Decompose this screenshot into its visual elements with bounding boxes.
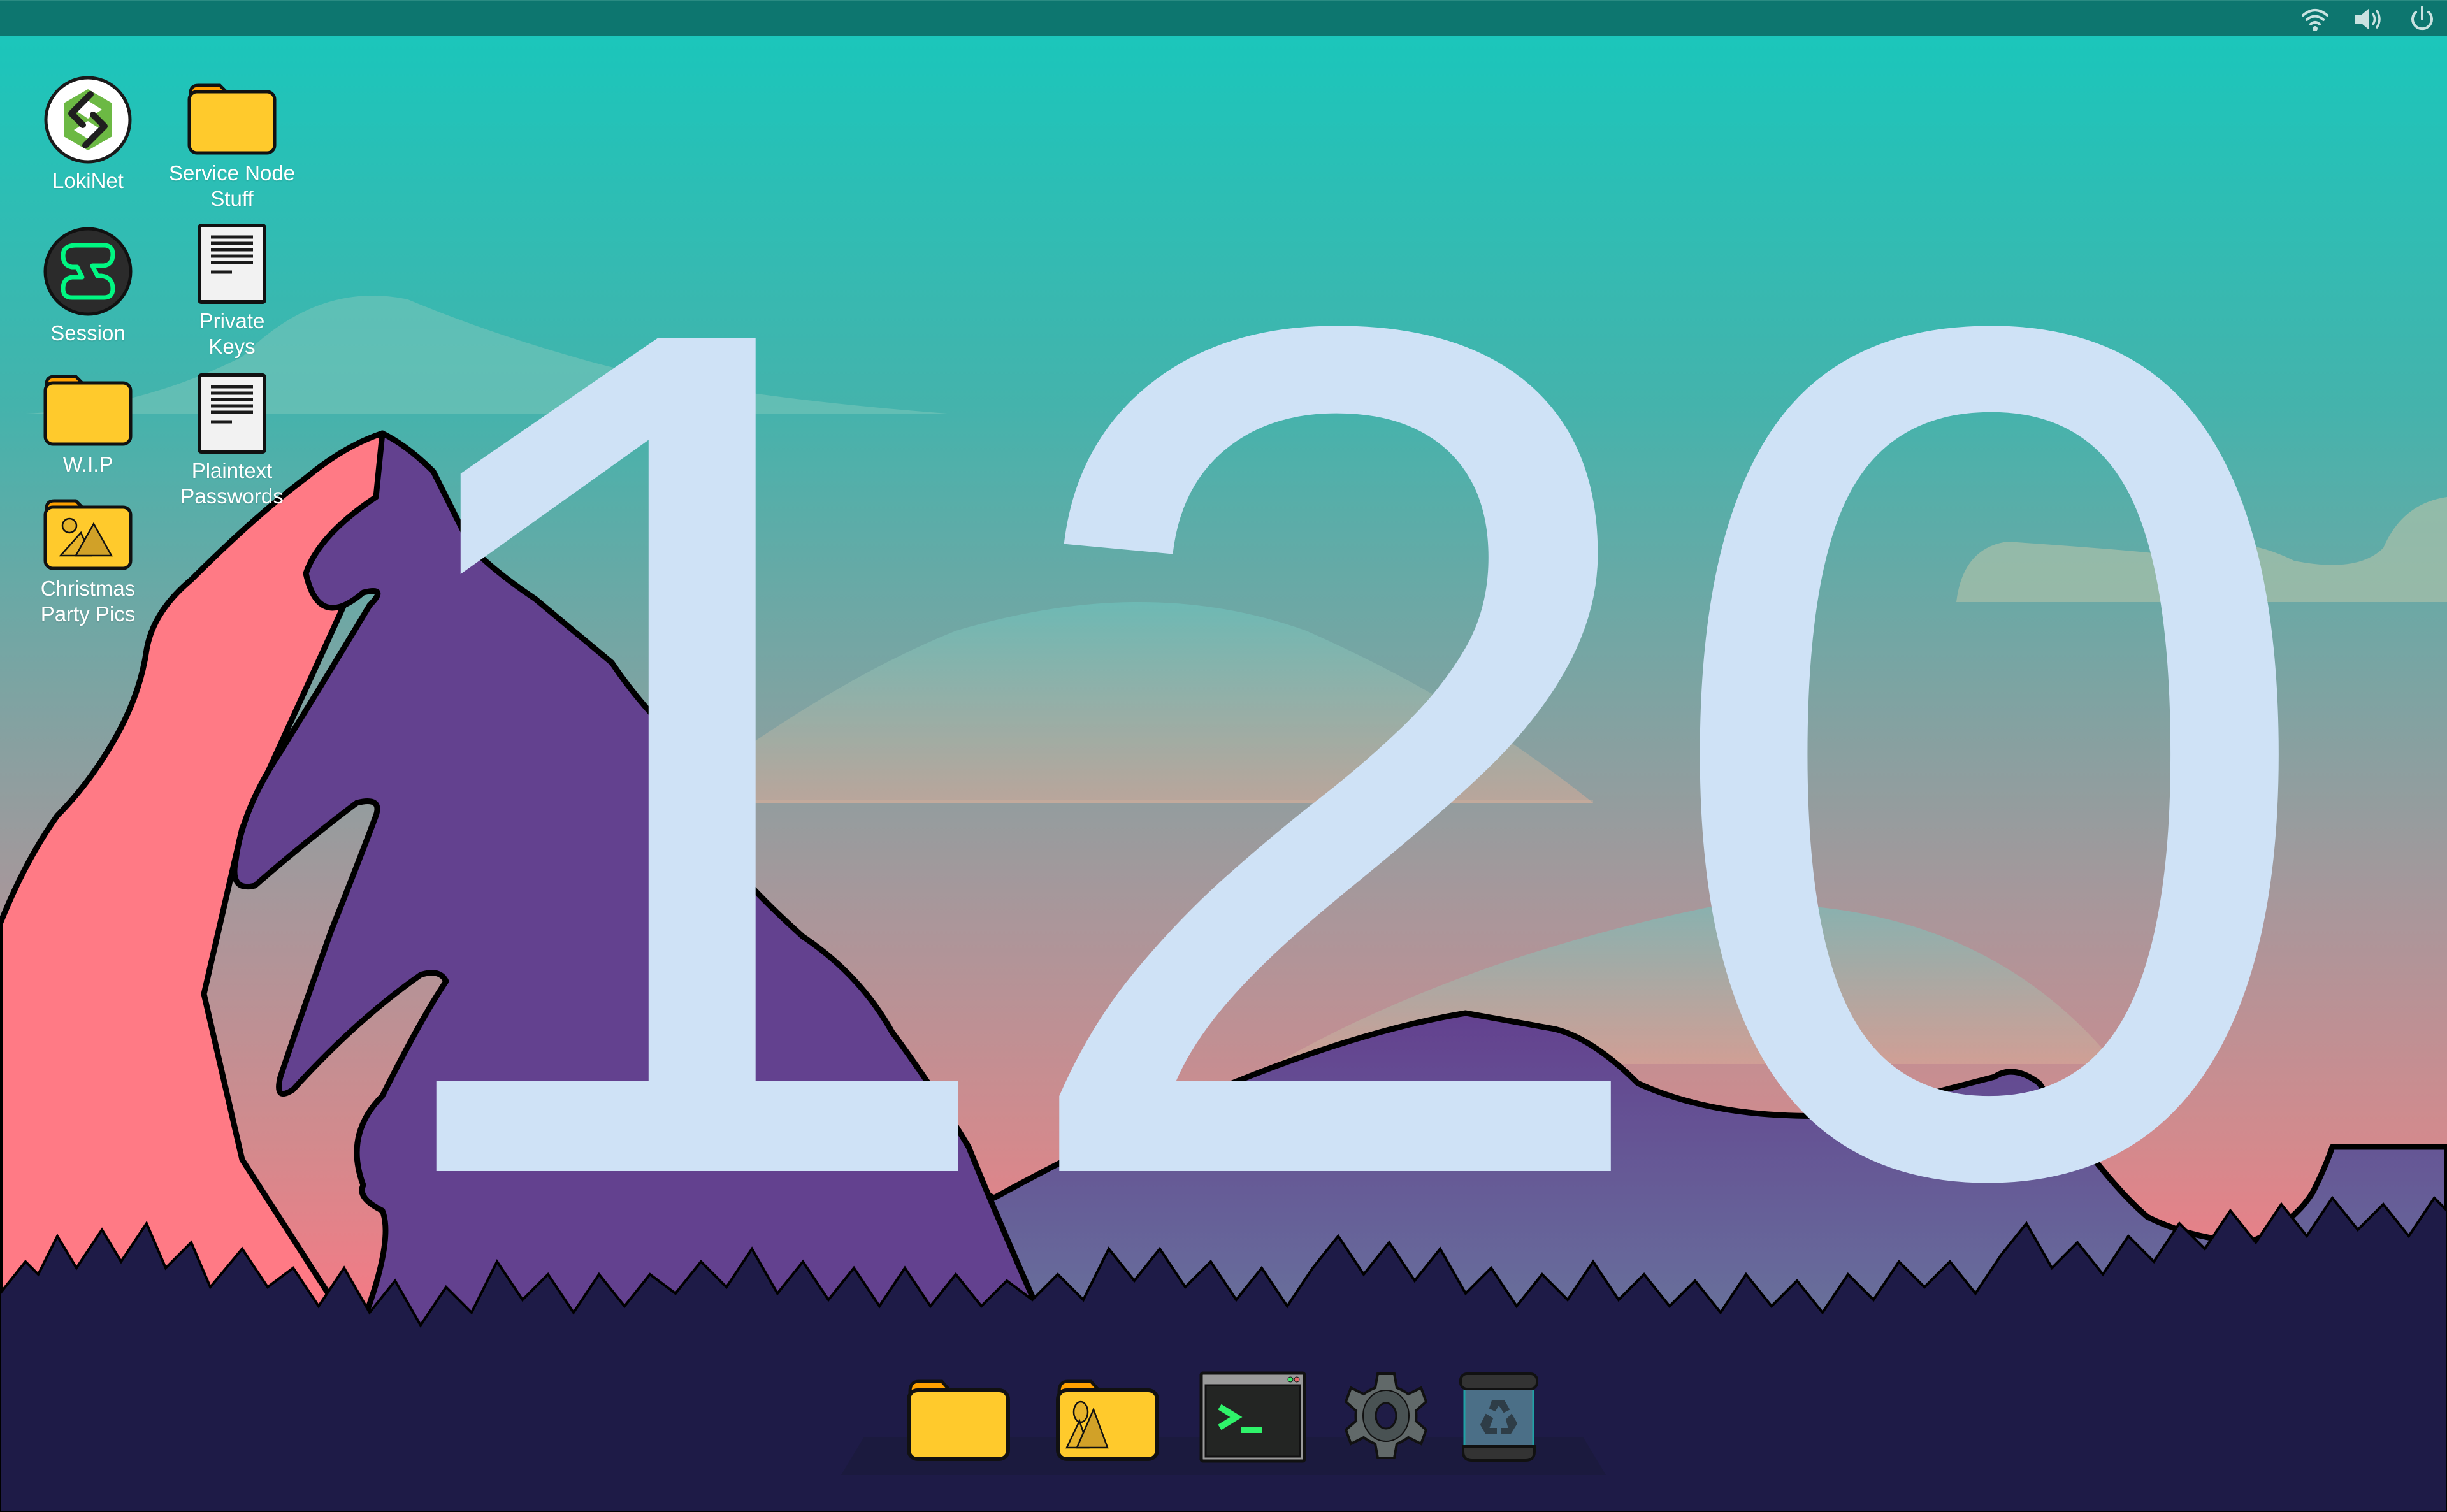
desktop-icon-label: Private Keys [199,309,265,358]
recycle-bin-icon [1459,1372,1538,1462]
system-tray [2299,5,2438,33]
gear-icon [1344,1372,1428,1459]
dock-item-terminal[interactable] [1199,1371,1306,1466]
desktop-icon-lokinet[interactable]: LokiNet [24,75,152,194]
desktop-icon-label: Plaintext Passwords [180,459,284,508]
lokinet-icon [44,76,132,164]
desktop-icon-label: Session [50,321,126,345]
overlay-number-text: 120 [344,75,2326,1428]
dock-item-pictures[interactable] [1055,1378,1160,1465]
desktop-icon-private-keys[interactable]: Private Keys [168,223,296,359]
top-panel [0,0,2447,36]
desktop-icon-session[interactable]: Session [24,226,152,346]
desktop-icon-plaintext-passwords[interactable]: Plaintext Passwords [168,373,296,509]
volume-icon[interactable] [2353,5,2385,33]
dock-item-trash[interactable] [1459,1371,1538,1466]
desktop-icon-wip[interactable]: W.I.P [24,373,152,477]
document-icon [198,373,266,454]
desktop-icon-label: LokiNet [52,169,124,192]
desktop-icon-christmas-party-pics[interactable]: Christmas Party Pics [24,497,152,627]
document-icon [198,224,266,304]
overlay-number: 120 [344,96,2326,1357]
dock-item-files[interactable] [906,1378,1011,1465]
dock-item-settings[interactable] [1344,1371,1428,1464]
power-icon[interactable] [2406,5,2438,33]
folder-icon [43,375,133,446]
pictures-folder-icon [43,499,133,570]
terminal-icon [1199,1371,1306,1463]
desktop-icon-label: Christmas Party Pics [40,577,136,626]
folder-icon [187,83,277,155]
pictures-folder-icon [1056,1379,1159,1461]
folder-icon [907,1379,1010,1461]
desktop-icon-label: Service Node Stuff [168,161,296,210]
wifi-icon[interactable] [2299,5,2331,33]
desktop-icon-label: W.I.P [62,452,113,476]
session-icon [43,227,133,316]
desktop-icon-service-node-stuff[interactable]: Service Node Stuff [168,82,296,212]
